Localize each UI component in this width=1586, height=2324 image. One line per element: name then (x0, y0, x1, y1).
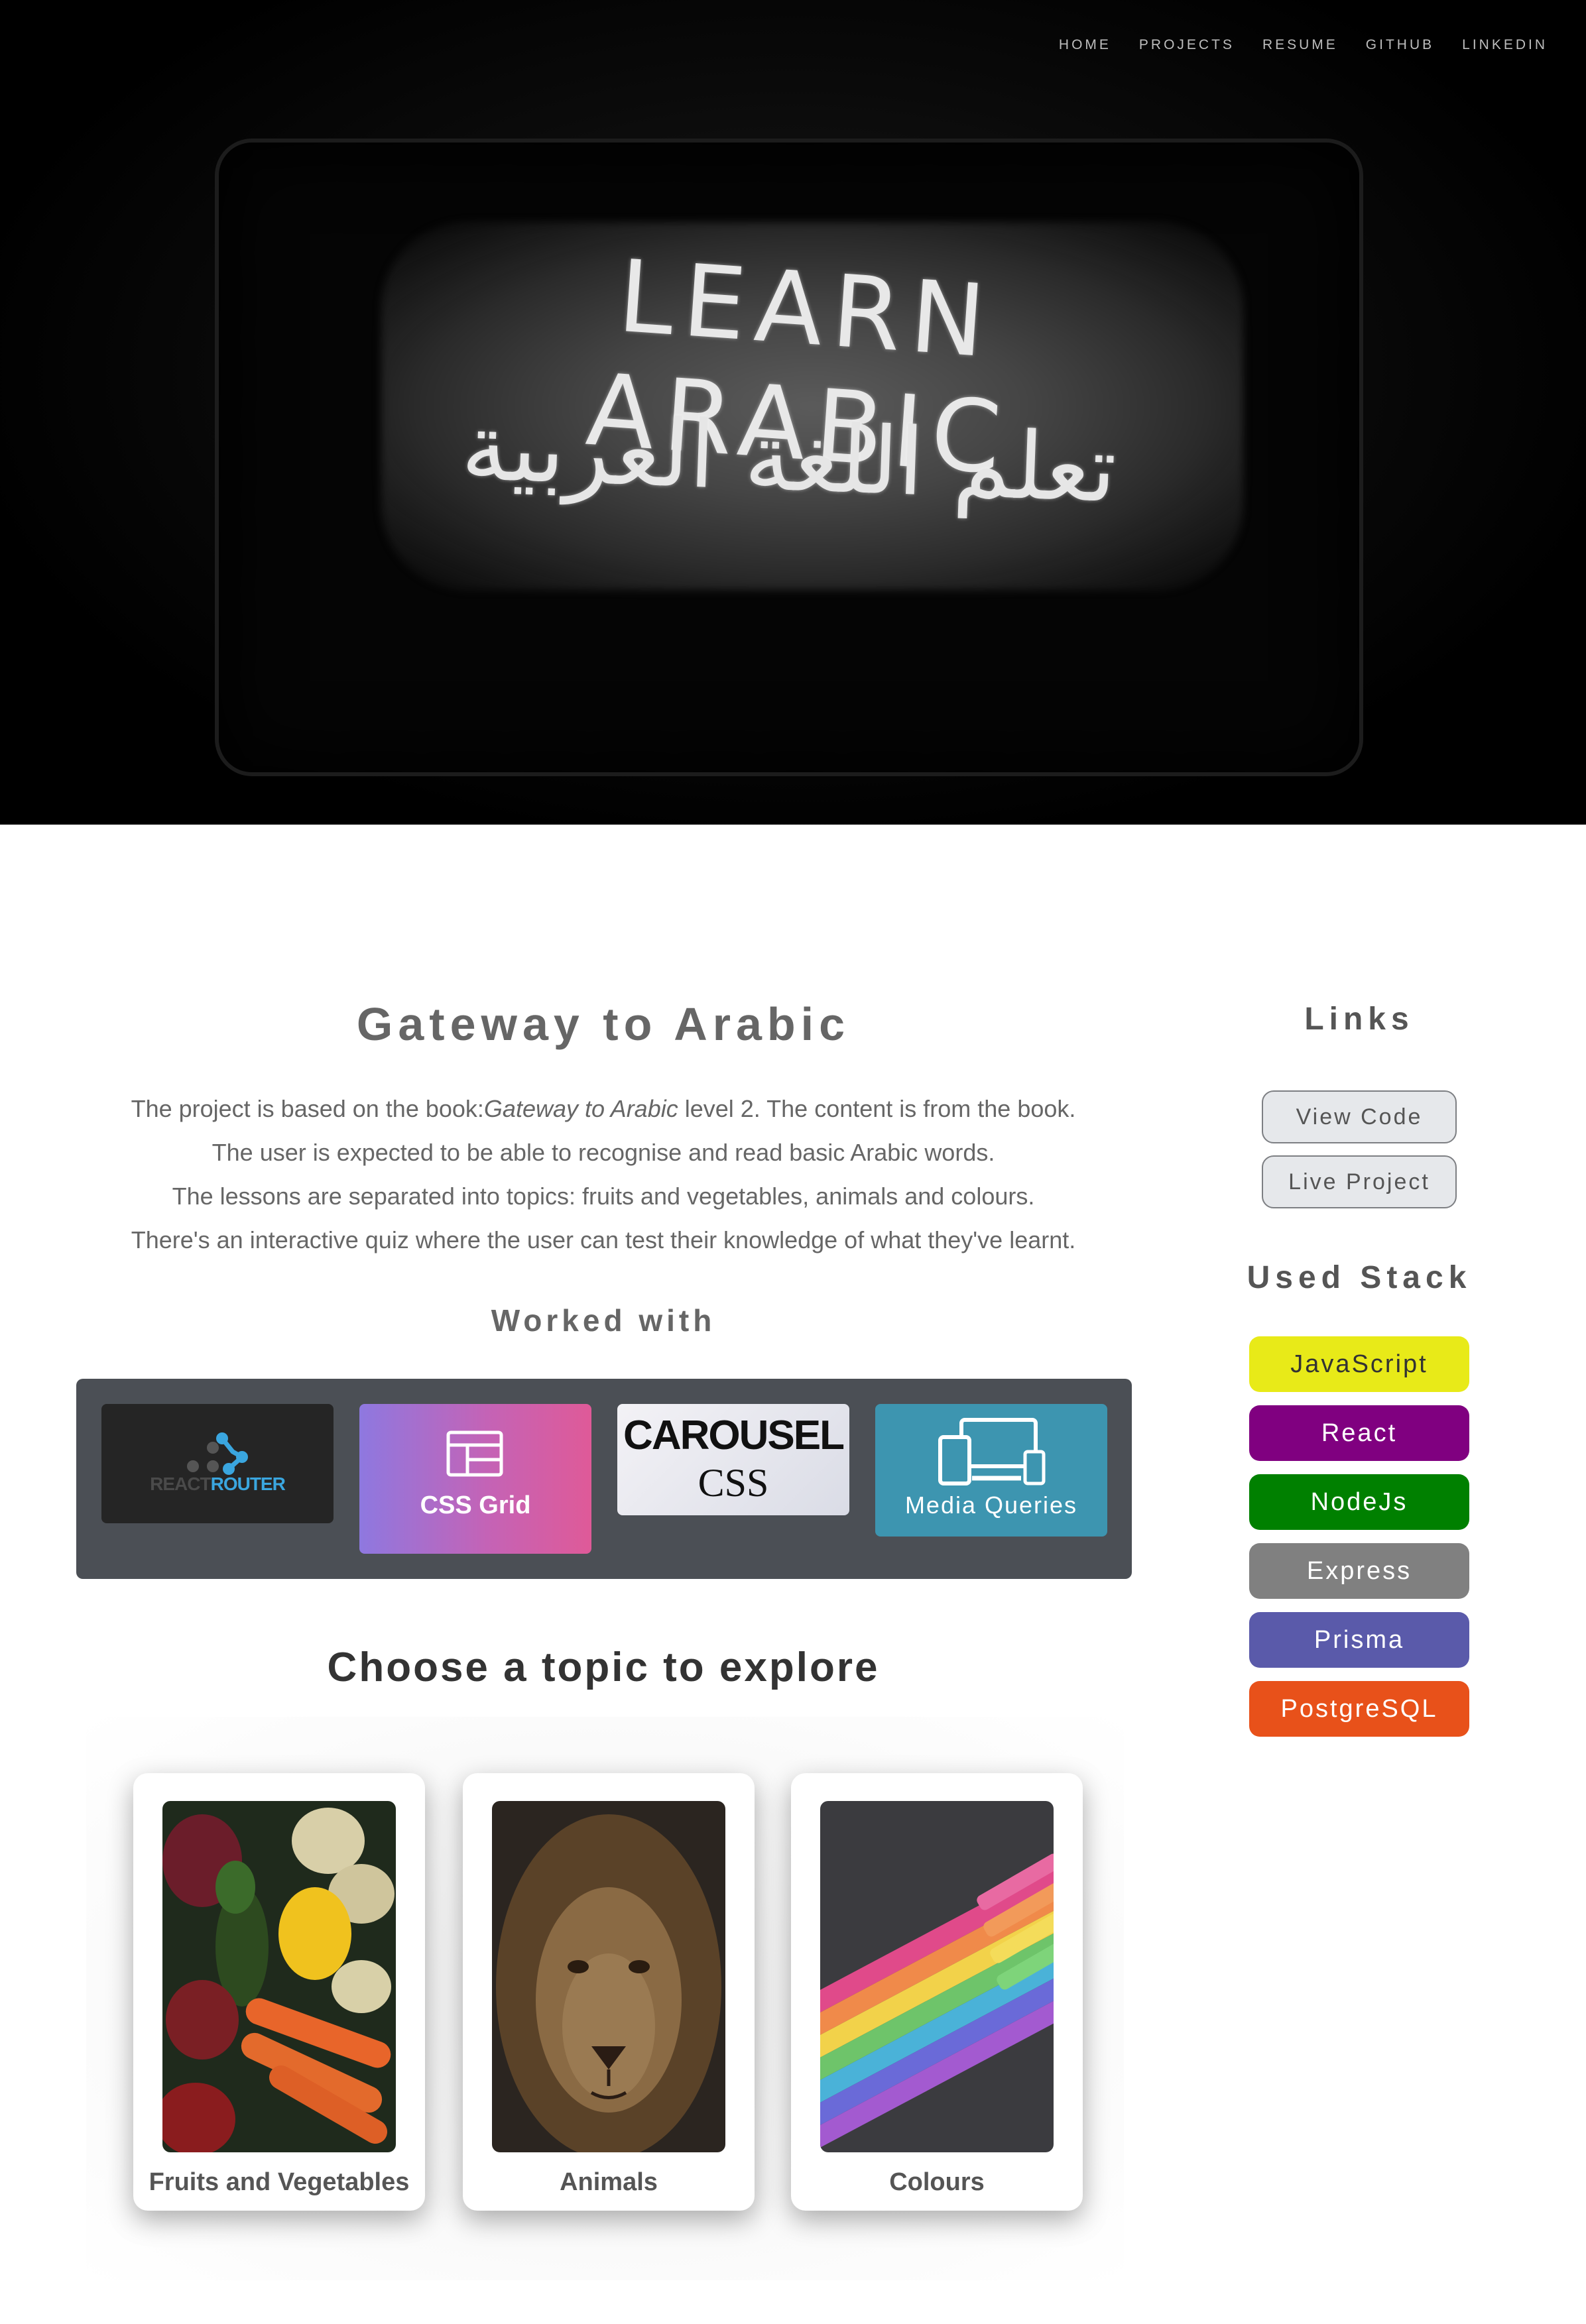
project-title: Gateway to Arabic (356, 998, 851, 1050)
description-line-4: There's an interactive quiz where the us… (131, 1226, 1076, 1253)
stack-pill-express: Express (1249, 1543, 1469, 1599)
topics-section: Fruits and Vegetables Animals Colours (86, 1717, 1124, 2280)
nav-github[interactable]: GITHUB (1366, 37, 1434, 53)
media-queries-card: Media Queries (875, 1404, 1107, 1537)
grid-layout-icon (446, 1430, 503, 1477)
worked-with-panel: REACTROUTER CSS Grid CAROUSEL CSS Media … (76, 1379, 1132, 1579)
worked-with-heading: Worked with (491, 1303, 716, 1338)
book-title: Gateway to Arabic (483, 1095, 678, 1122)
react-router-label: REACTROUTER (101, 1474, 334, 1495)
topic-label-colours: Colours (889, 2168, 985, 2196)
react-router-logo-icon (187, 1432, 248, 1475)
react-router-label-prefix: REACT (150, 1474, 211, 1494)
hero-banner: LEARN ARABIC تعلم اللغة العربية HOME PRO… (0, 0, 1586, 825)
nav-linkedin[interactable]: LINKEDIN (1462, 37, 1548, 53)
react-router-label-accent: ROUTER (210, 1474, 286, 1494)
description-line-2: The user is expected to be able to recog… (212, 1139, 995, 1166)
topics-heading: Choose a topic to explore (327, 1645, 880, 1690)
animals-image (492, 1801, 725, 2152)
description-line-3: The lessons are separated into topics: f… (172, 1183, 1035, 1210)
view-code-button[interactable]: View Code (1262, 1090, 1457, 1143)
links-heading: Links (1304, 1002, 1414, 1037)
top-nav: HOME PROJECTS RESUME GITHUB LINKEDIN (1059, 37, 1548, 53)
react-router-card: REACTROUTER (101, 1404, 334, 1523)
devices-icon (938, 1418, 1046, 1485)
css-grid-card: CSS Grid (359, 1404, 591, 1554)
topic-card-animals[interactable]: Animals (463, 1773, 755, 2211)
carousel-css-card: CAROUSEL CSS (617, 1404, 849, 1515)
nav-resume[interactable]: RESUME (1262, 37, 1338, 53)
topic-label-animals: Animals (560, 2168, 658, 2196)
media-queries-label: Media Queries (904, 1491, 1078, 1519)
fruits-vegetables-image (162, 1801, 396, 2152)
used-stack-heading: Used Stack (1247, 1260, 1472, 1295)
project-description: The project is based on the book:Gateway… (76, 1087, 1130, 1262)
stack-pill-react: React (1249, 1405, 1469, 1461)
stack-pill-javascript: JavaScript (1249, 1336, 1469, 1392)
description-line-1: The project is based on the book:Gateway… (76, 1087, 1130, 1131)
description-line-1-start: The project is based on the book: (131, 1095, 484, 1122)
topic-label-fruits-vegetables: Fruits and Vegetables (149, 2168, 410, 2196)
stack-pill-nodejs: NodeJs (1249, 1474, 1469, 1530)
topic-card-colours[interactable]: Colours (791, 1773, 1083, 2211)
nav-home[interactable]: HOME (1059, 37, 1111, 53)
css-grid-label: CSS Grid (420, 1491, 531, 1519)
topic-card-fruits-vegetables[interactable]: Fruits and Vegetables (133, 1773, 425, 2211)
carousel-label: CAROUSEL (623, 1413, 845, 1458)
carousel-css-label: CSS (698, 1461, 769, 1505)
description-line-1-end: level 2. The content is from the book. (678, 1095, 1076, 1122)
colours-image (820, 1801, 1054, 2152)
nav-projects[interactable]: PROJECTS (1139, 37, 1235, 53)
stack-pill-prisma: Prisma (1249, 1612, 1469, 1668)
live-project-button[interactable]: Live Project (1262, 1155, 1457, 1208)
stack-pill-postgresql: PostgreSQL (1249, 1681, 1469, 1737)
